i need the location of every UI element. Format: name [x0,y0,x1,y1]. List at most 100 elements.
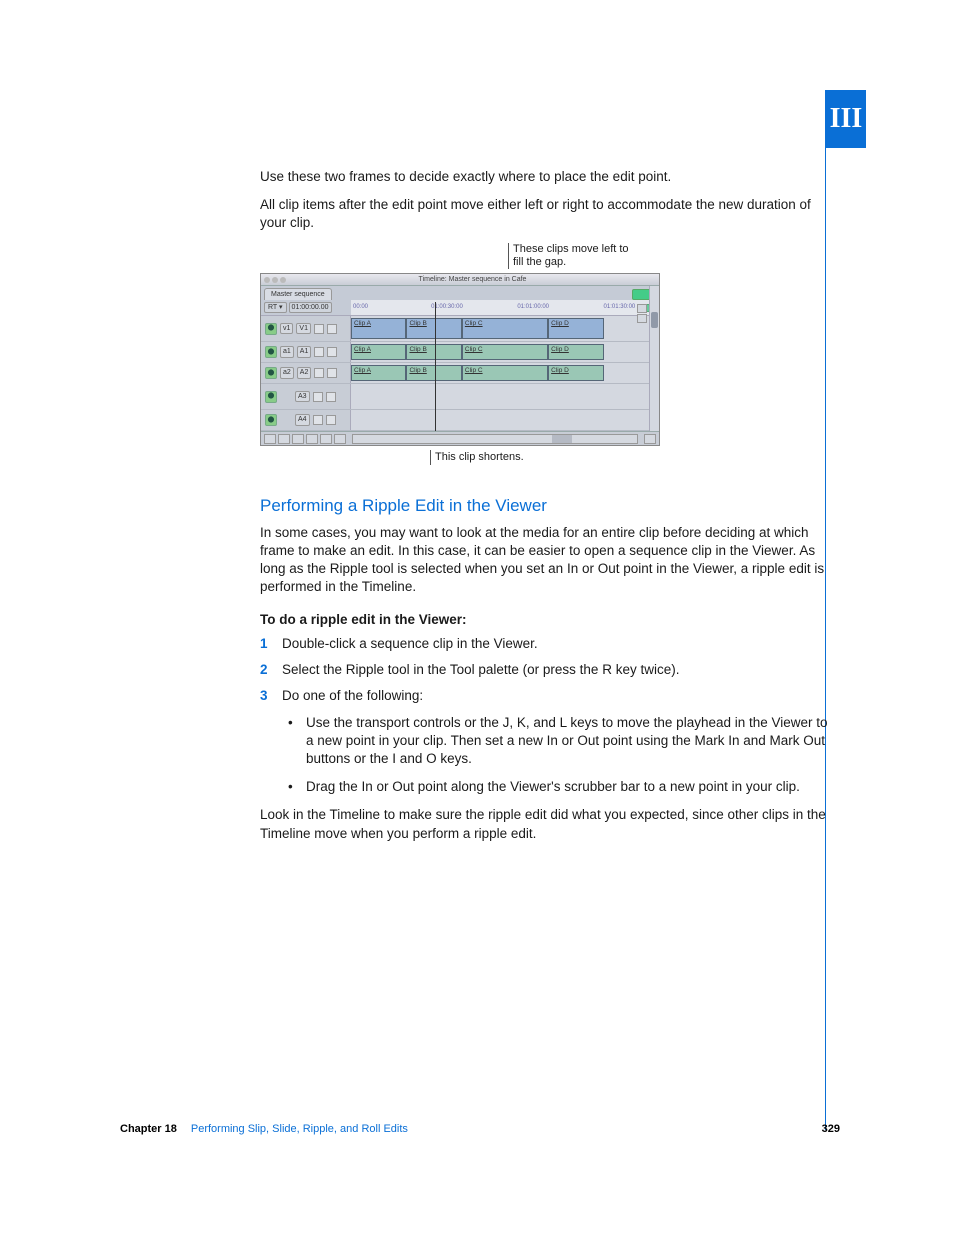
traffic-lights[interactable] [264,277,286,283]
paragraph: Use these two frames to decide exactly w… [260,168,830,186]
dst-label[interactable]: V1 [296,323,311,334]
src-label[interactable]: a2 [280,367,294,378]
source-patch[interactable]: ⬤ [265,367,277,379]
bullet-text: Use the transport controls or the J, K, … [306,714,830,769]
paragraph: In some cases, you may want to look at t… [260,524,830,597]
page-content: Use these two frames to decide exactly w… [260,168,830,853]
src-label[interactable]: v1 [280,323,293,334]
instruction-heading: To do a ripple edit in the Viewer: [260,611,830,629]
chapter-label: Chapter 18 [120,1123,177,1135]
track-header[interactable]: ⬤ v1 V1 [261,316,351,341]
track-header[interactable]: ⬤ A4 [261,410,351,430]
scroll-right-button[interactable] [644,434,656,444]
toolbar-button[interactable] [306,434,318,444]
ruler-tick: 01:01:00:00 [517,303,549,311]
toolbar-button[interactable] [320,434,332,444]
paragraph: Look in the Timeline to make sure the ri… [260,806,830,842]
track-body[interactable] [351,410,659,430]
lock-icon[interactable] [314,368,324,378]
lock-icon[interactable] [313,392,323,402]
track-body[interactable]: Clip A Clip B Clip C Clip D [351,363,659,383]
page-footer: Chapter 18 Performing Slip, Slide, Rippl… [120,1123,840,1135]
clip[interactable]: Clip D [548,344,603,360]
ruler-tick: 01:01:30:00 [604,303,636,311]
sequence-tab[interactable]: Master sequence [264,288,332,300]
track-body[interactable] [351,384,659,409]
link-button[interactable] [637,314,647,323]
source-patch[interactable]: ⬤ [265,391,277,403]
clip[interactable]: Clip A [351,365,406,381]
source-patch[interactable]: ⬤ [265,414,277,426]
window-titlebar: Timeline: Master sequence in Cafe [261,274,659,286]
step-item: 3 Do one of the following: [260,687,830,705]
step-text: Do one of the following: [282,687,830,705]
playhead[interactable] [435,302,436,431]
clip[interactable]: Clip D [548,365,603,381]
timeline-footer [261,431,659,445]
source-patch[interactable]: ⬤ [265,323,277,335]
track-header[interactable]: ⬤ a2 A2 [261,363,351,383]
dst-label[interactable]: A3 [295,391,310,402]
track-body[interactable]: Clip A Clip B Clip C Clip D [351,316,659,341]
numbered-steps: 1 Double-click a sequence clip in the Vi… [260,635,830,706]
paragraph: All clip items after the edit point move… [260,196,830,232]
chapter-title: Performing Slip, Slide, Ripple, and Roll… [191,1123,408,1135]
button-column [637,304,647,323]
visibility-icon[interactable] [327,324,337,334]
rt-menu[interactable]: RT ▾ [264,302,287,313]
callout-text: This clip shortens. [430,450,550,465]
step-number: 3 [260,687,282,705]
mute-icon[interactable] [327,368,337,378]
audio-track: ⬤ a1 A1 Clip A Clip B Clip C Clip D [261,342,659,363]
mute-icon[interactable] [326,415,336,425]
timeline-window: Timeline: Master sequence in Cafe Master… [260,273,660,446]
window-title: Timeline: Master sequence in Cafe [286,275,659,284]
src-label[interactable]: a1 [280,346,294,357]
snap-button[interactable] [637,304,647,313]
vertical-scrollbar[interactable] [649,286,659,431]
dst-label[interactable]: A1 [297,346,312,357]
audio-track: ⬤ A4 [261,410,659,431]
horizontal-scrollbar[interactable] [352,434,638,444]
mute-icon[interactable] [327,347,337,357]
audio-track: ⬤ a2 A2 Clip A Clip B Clip C Clip D [261,363,659,384]
ruler-controls: RT ▾ 01:00:00.00 [261,300,351,316]
step-text: Double-click a sequence clip in the View… [282,635,830,653]
lock-icon[interactable] [313,415,323,425]
timeline-ruler[interactable]: 00:00 01:00:30:00 01:01:00:00 01:01:30:0… [351,300,659,316]
track-header[interactable]: ⬤ a1 A1 [261,342,351,362]
clip[interactable]: Clip D [548,318,603,339]
page-number: 329 [822,1123,840,1135]
clip[interactable]: Clip A [351,344,406,360]
step-item: 2 Select the Ripple tool in the Tool pal… [260,661,830,679]
mute-icon[interactable] [326,392,336,402]
timeline-figure: These clips move left to fill the gap. T… [260,243,830,465]
bullet-item: Use the transport controls or the J, K, … [282,714,830,769]
track-body[interactable]: Clip A Clip B Clip C Clip D [351,342,659,362]
toolbar-button[interactable] [278,434,290,444]
current-timecode[interactable]: 01:00:00.00 [289,302,332,313]
toolbar-button[interactable] [292,434,304,444]
bullet-text: Drag the In or Out point along the Viewe… [306,778,800,796]
clip[interactable]: Clip C [462,344,548,360]
section-tab: III [826,90,866,148]
lock-icon[interactable] [314,324,324,334]
toolbar-button[interactable] [334,434,346,444]
step-text: Select the Ripple tool in the Tool palet… [282,661,830,679]
source-patch[interactable]: ⬤ [265,346,277,358]
sequence-tabs: Master sequence [261,286,659,300]
dst-label[interactable]: A4 [295,414,310,425]
dst-label[interactable]: A2 [297,367,312,378]
toolbar-button[interactable] [264,434,276,444]
step-number: 1 [260,635,282,653]
timeline-ruler-row: RT ▾ 01:00:00.00 00:00 01:00:30:00 01:01… [261,300,659,316]
track-header[interactable]: ⬤ A3 [261,384,351,409]
bullet-list: Use the transport controls or the J, K, … [282,714,830,797]
clip[interactable]: Clip C [462,365,548,381]
step-number: 2 [260,661,282,679]
lock-icon[interactable] [314,347,324,357]
clip[interactable]: Clip C [462,318,548,339]
video-track: ⬤ v1 V1 Clip A Clip B Clip C Clip D [261,316,659,342]
ruler-tick: 00:00 [353,303,368,311]
clip[interactable]: Clip A [351,318,406,339]
